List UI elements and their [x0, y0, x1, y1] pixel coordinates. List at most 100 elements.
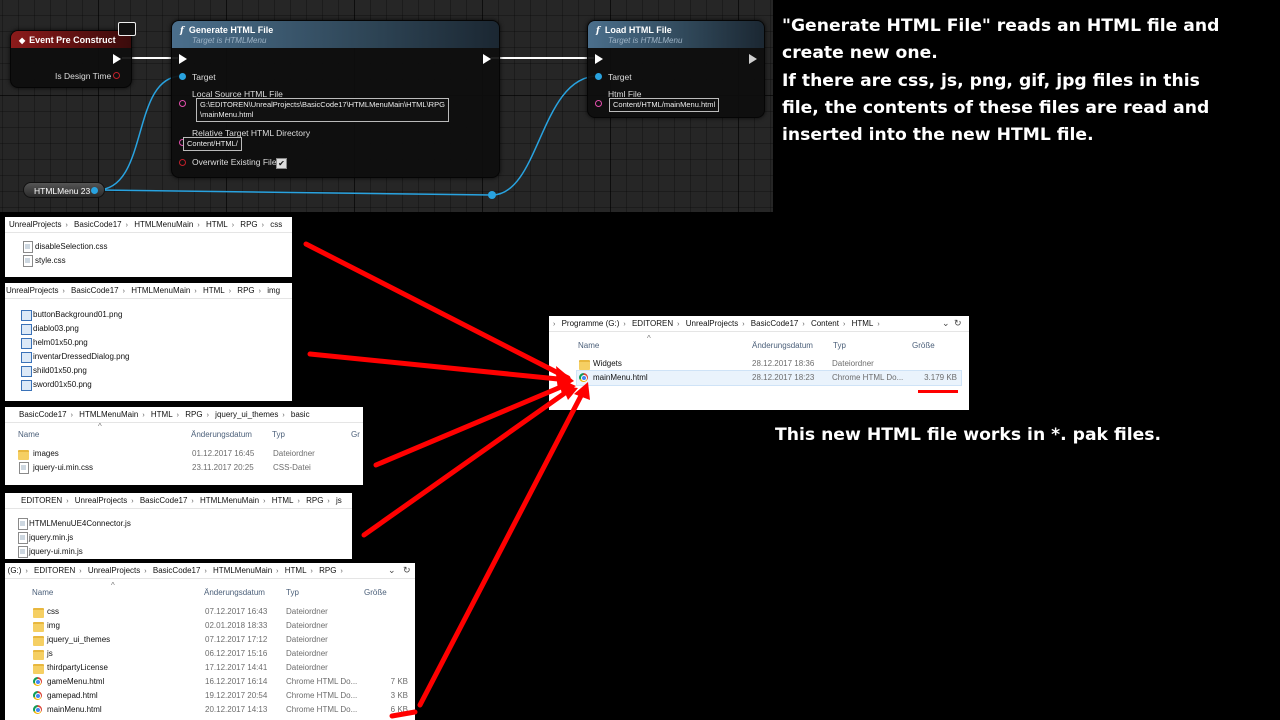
- overwrite-pin[interactable]: [179, 159, 186, 166]
- breadcrumb-segment[interactable]: BasicCode17: [140, 493, 188, 508]
- breadcrumb[interactable]: EDITOREN › UnrealProjects › BasicCode17 › H…: [5, 493, 352, 509]
- breadcrumb-segment[interactable]: UnrealProjects: [6, 283, 58, 298]
- column-header-name[interactable]: Name: [32, 588, 53, 597]
- target-pin[interactable]: [179, 73, 186, 80]
- breadcrumb-segment[interactable]: basic: [291, 407, 310, 422]
- exec-in-pin[interactable]: [595, 54, 603, 64]
- dropdown-icon[interactable]: ⌄: [942, 316, 950, 331]
- local-source-input[interactable]: G:\EDITOREN\UnrealProjects\BasicCode17\H…: [196, 98, 449, 122]
- refresh-icon[interactable]: ↻: [954, 316, 962, 331]
- breadcrumb[interactable]: UnrealProjects › BasicCode17 › HTMLMenuMai…: [5, 283, 292, 299]
- breadcrumb-segment[interactable]: HTMLMenuMain: [131, 283, 190, 298]
- table-row[interactable]: js 06.12.2017 15:16 Dateiordner: [31, 647, 409, 661]
- column-header-type[interactable]: Typ: [286, 588, 299, 597]
- breadcrumb-segment[interactable]: BasicCode17: [19, 407, 67, 422]
- column-header-name[interactable]: Name: [18, 430, 39, 439]
- html-file-pin[interactable]: [595, 100, 602, 107]
- breadcrumb-segment[interactable]: e (G:): [5, 563, 21, 578]
- breadcrumb-segment[interactable]: UnrealProjects: [75, 493, 127, 508]
- table-row[interactable]: mainMenu.html 28.12.2017 18:23 Chrome HT…: [576, 370, 962, 386]
- breadcrumb-segment[interactable]: css: [270, 217, 282, 232]
- breadcrumb-segment[interactable]: img: [267, 283, 280, 298]
- column-header-name[interactable]: Name: [578, 341, 599, 350]
- explorer-panel-css[interactable]: UnrealProjects › BasicCode17 › HTMLMenuMai…: [5, 217, 292, 277]
- breadcrumb-segment[interactable]: HTML: [852, 316, 874, 331]
- css-file-icon: [23, 241, 33, 253]
- explorer-panel-content[interactable]: › Programme (G:) › EDITOREN › UnrealProjec…: [549, 316, 969, 410]
- breadcrumb-segment[interactable]: UnrealProjects: [686, 316, 738, 331]
- breadcrumb-segment[interactable]: jquery_ui_themes: [215, 407, 278, 422]
- html-file-input[interactable]: Content/HTML/mainMenu.html: [609, 98, 720, 112]
- breadcrumb-segment[interactable]: HTMLMenuMain: [79, 407, 138, 422]
- target-dir-input[interactable]: Content/HTML/: [183, 137, 242, 151]
- variable-out-pin[interactable]: [91, 187, 98, 194]
- column-header-type[interactable]: Typ: [272, 430, 285, 439]
- column-header-size[interactable]: Gr: [351, 430, 360, 439]
- table-row[interactable]: gameMenu.html 16.12.2017 16:14 Chrome HTML…: [31, 675, 409, 689]
- breadcrumb-segment[interactable]: HTML: [285, 563, 307, 578]
- exec-out-pin[interactable]: [483, 54, 491, 64]
- column-header-size[interactable]: Größe: [364, 588, 387, 597]
- breadcrumb-segment[interactable]: Programme (G:): [562, 316, 620, 331]
- overwrite-checkbox[interactable]: ✔: [276, 158, 287, 169]
- breadcrumb[interactable]: BasicCode17 › HTMLMenuMain › HTML › RPG › jq…: [5, 407, 363, 423]
- table-row[interactable]: thirdpartyLicense 17.12.2017 14:41 Dateior…: [31, 661, 409, 675]
- breadcrumb-segment[interactable]: BasicCode17: [153, 563, 201, 578]
- column-header-date[interactable]: Änderungsdatum: [752, 341, 813, 350]
- breadcrumb-segment[interactable]: EDITOREN: [632, 316, 673, 331]
- breadcrumb[interactable]: e (G:) › EDITOREN › UnrealProjects › BasicC…: [5, 563, 415, 579]
- breadcrumb-segment[interactable]: RPG: [185, 407, 202, 422]
- breadcrumb-segment[interactable]: HTMLMenuMain: [134, 217, 193, 232]
- exec-out-pin[interactable]: [113, 54, 121, 64]
- local-source-pin[interactable]: [179, 100, 186, 107]
- breadcrumb-segment[interactable]: BasicCode17: [74, 217, 122, 232]
- breadcrumb[interactable]: UnrealProjects › BasicCode17 › HTMLMenuMai…: [5, 217, 292, 233]
- explorer-panel-js[interactable]: EDITOREN › UnrealProjects › BasicCode17 › H…: [5, 493, 352, 559]
- breadcrumb-segment[interactable]: RPG: [319, 563, 336, 578]
- breadcrumb-segment[interactable]: HTML: [151, 407, 173, 422]
- table-row[interactable]: jquery_ui_themes 07.12.2017 17:12 Dateiord…: [31, 633, 409, 647]
- breadcrumb-segment[interactable]: RPG: [237, 283, 254, 298]
- explorer-panel-themes[interactable]: BasicCode17 › HTMLMenuMain › HTML › RPG › jq…: [5, 407, 363, 485]
- table-row[interactable]: images 01.12.2017 16:45 Dateiordner: [18, 447, 358, 461]
- breadcrumb-segment[interactable]: Content: [811, 316, 839, 331]
- breadcrumb-segment[interactable]: HTML: [203, 283, 225, 298]
- breadcrumb-segment[interactable]: EDITOREN: [21, 493, 62, 508]
- exec-out-pin[interactable]: [749, 54, 757, 64]
- breadcrumb-segment[interactable]: HTML: [206, 217, 228, 232]
- is-design-time-pin[interactable]: [113, 72, 120, 79]
- table-row[interactable]: css 07.12.2017 16:43 Dateiordner: [31, 605, 409, 619]
- breadcrumb-segment[interactable]: HTMLMenuMain: [200, 493, 259, 508]
- table-row[interactable]: img 02.01.2018 18:33 Dateiordner: [31, 619, 409, 633]
- generate-html-file-node[interactable]: f Generate HTML File Target is HTMLMenu T…: [171, 20, 500, 178]
- column-header-type[interactable]: Typ: [833, 341, 846, 350]
- target-pin[interactable]: [595, 73, 602, 80]
- column-header-size[interactable]: Größe: [912, 341, 935, 350]
- breadcrumb-segment[interactable]: RPG: [306, 493, 323, 508]
- table-row[interactable]: jquery-ui.min.css 23.11.2017 20:25 CSS-D…: [18, 461, 358, 475]
- explorer-panel-rpg[interactable]: e (G:) › EDITOREN › UnrealProjects › BasicC…: [5, 563, 415, 720]
- explorer-panel-img[interactable]: UnrealProjects › BasicCode17 › HTMLMenuMai…: [5, 283, 292, 401]
- breadcrumb-segment[interactable]: BasicCode17: [751, 316, 799, 331]
- refresh-icon[interactable]: ↻: [403, 563, 411, 578]
- exec-in-pin[interactable]: [179, 54, 187, 64]
- breadcrumb-segment[interactable]: EDITOREN: [34, 563, 75, 578]
- breadcrumb-segment[interactable]: HTML: [272, 493, 294, 508]
- event-pre-construct-node[interactable]: ◆ Event Pre Construct Is Design Time: [10, 30, 132, 88]
- breadcrumb-segment[interactable]: UnrealProjects: [9, 217, 61, 232]
- table-row[interactable]: Widgets 28.12.2017 18:36 Dateiordner: [577, 357, 961, 371]
- breadcrumb-segment[interactable]: UnrealProjects: [88, 563, 140, 578]
- column-header-date[interactable]: Änderungsdatum: [204, 588, 265, 597]
- blueprint-graph[interactable]: ◆ Event Pre Construct Is Design Time f Gen…: [0, 0, 773, 212]
- load-html-file-node[interactable]: f Load HTML File Target is HTMLMenu Targe…: [587, 20, 765, 118]
- table-row[interactable]: mainMenu.html 20.12.2017 14:13 Chrome HTML…: [31, 703, 409, 717]
- breadcrumb[interactable]: › Programme (G:) › EDITOREN › UnrealProjec…: [549, 316, 969, 332]
- dropdown-icon[interactable]: ⌄: [388, 563, 396, 578]
- column-header-date[interactable]: Änderungsdatum: [191, 430, 252, 439]
- breadcrumb-segment[interactable]: BasicCode17: [71, 283, 119, 298]
- breadcrumb-segment[interactable]: RPG: [240, 217, 257, 232]
- htmlmenu-variable-node[interactable]: HTMLMenu 23: [23, 182, 105, 198]
- table-row[interactable]: gamepad.html 19.12.2017 20:54 Chrome HTML …: [31, 689, 409, 703]
- breadcrumb-segment[interactable]: js: [336, 493, 342, 508]
- breadcrumb-segment[interactable]: HTMLMenuMain: [213, 563, 272, 578]
